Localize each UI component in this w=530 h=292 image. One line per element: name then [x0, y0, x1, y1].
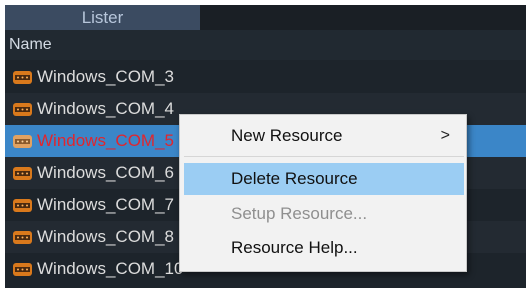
- menu-item-label: Resource Help...: [231, 238, 358, 257]
- menu-separator: [184, 156, 464, 157]
- list-item-label: Windows_COM_5: [37, 131, 174, 150]
- serial-port-icon: [12, 166, 33, 181]
- serial-port-icon: [12, 102, 33, 117]
- menu-item-setup-resource[interactable]: Setup Resource...: [184, 198, 464, 230]
- serial-port-icon: [12, 230, 33, 245]
- list-item-label: Windows_COM_8: [37, 227, 174, 246]
- list-item-label: Windows_COM_3: [37, 67, 174, 86]
- menu-item-resource-help[interactable]: Resource Help...: [184, 232, 464, 264]
- tab-lister[interactable]: Lister: [5, 5, 200, 30]
- menu-item-label: New Resource: [231, 126, 343, 145]
- menu-item-new-resource[interactable]: New Resource >: [184, 120, 464, 152]
- serial-port-icon: [12, 198, 33, 213]
- context-menu: New Resource > Delete Resource Setup Res…: [179, 114, 467, 272]
- list-item-label: Windows_COM_7: [37, 195, 174, 214]
- menu-item-label: Delete Resource: [231, 169, 358, 188]
- column-header-name[interactable]: Name: [5, 30, 526, 60]
- serial-port-icon: [12, 70, 33, 85]
- menu-item-delete-resource[interactable]: Delete Resource: [184, 163, 464, 195]
- list-item[interactable]: Windows_COM_3: [5, 61, 526, 93]
- list-item-label: Windows_COM_4: [37, 99, 174, 118]
- chevron-right-icon: >: [440, 127, 450, 144]
- list-item-label: Windows_COM_10: [37, 259, 184, 278]
- menu-item-label: Setup Resource...: [231, 204, 368, 223]
- serial-port-icon: [12, 262, 33, 277]
- serial-port-icon: [12, 134, 33, 149]
- tab-strip: Lister: [5, 5, 526, 30]
- list-item-label: Windows_COM_6: [37, 163, 174, 182]
